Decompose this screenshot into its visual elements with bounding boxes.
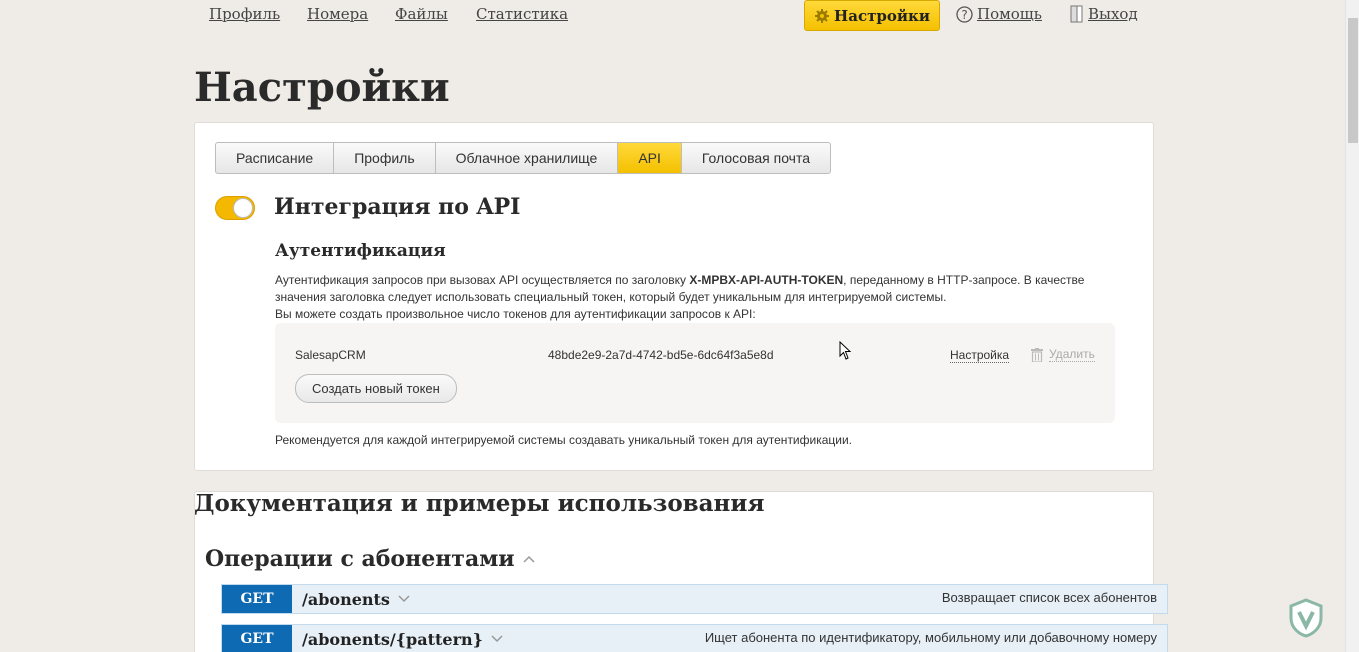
docs-heading: Документация и примеры использования: [194, 490, 765, 517]
token-delete-link[interactable]: Удалить: [1031, 347, 1095, 362]
nav-files-link[interactable]: Файлы: [395, 5, 448, 23]
scrollbar-thumb[interactable]: [1348, 18, 1358, 143]
token-name: SalesapCRM: [295, 348, 366, 362]
auth-desc-part3: Вы можете создать произвольное число ток…: [275, 307, 756, 321]
svg-text:?: ?: [961, 8, 967, 22]
token-recommendation: Рекомендуется для каждой интегрируемой с…: [275, 433, 853, 447]
create-token-button[interactable]: Создать новый токен: [295, 374, 457, 403]
gear-icon: [815, 8, 830, 23]
operations-heading: Операции с абонентами: [205, 546, 515, 572]
nav-statistics-link[interactable]: Статистика: [476, 5, 568, 23]
endpoint-path-text: /abonents/{pattern}: [302, 629, 483, 649]
question-icon: ?: [956, 5, 973, 23]
tab-profile[interactable]: Профиль: [334, 143, 436, 173]
http-method-badge: GET: [222, 625, 292, 652]
shield-icon[interactable]: [1288, 598, 1324, 638]
tab-schedule[interactable]: Расписание: [216, 143, 335, 173]
token-list: SalesapCRM 48bde2e9-2a7d-4742-bd5e-6dc64…: [275, 323, 1115, 423]
settings-label: Настройки: [834, 6, 930, 25]
auth-header-name: X-MPBX-API-AUTH-TOKEN: [689, 273, 844, 287]
chevron-up-icon: [523, 555, 535, 563]
token-delete-label: Удалить: [1049, 347, 1095, 362]
tab-cloud-storage[interactable]: Облачное хранилище: [436, 143, 619, 173]
auth-heading: Аутентификация: [275, 241, 446, 261]
api-integration-toggle[interactable]: [215, 196, 255, 220]
auth-desc-part1: Аутентификация запросов при вызовах API …: [275, 273, 690, 287]
endpoint-path: /abonents: [302, 590, 410, 609]
token-value: 48bde2e9-2a7d-4742-bd5e-6dc64f3a5e8d: [548, 348, 774, 362]
top-nav: Профиль Номера Файлы Статистика Настройк…: [0, 0, 1345, 32]
page-title: Настройки: [194, 64, 450, 111]
settings-tabs: Расписание Профиль Облачное хранилище AP…: [215, 142, 832, 174]
toggle-knob: [233, 198, 253, 218]
endpoint-row[interactable]: GET /abonents Возвращает список всех або…: [221, 584, 1168, 614]
token-settings-link[interactable]: Настройка: [950, 348, 1010, 363]
api-integration-heading: Интеграция по API: [274, 194, 521, 220]
endpoint-description: Возвращает список всех абонентов: [941, 590, 1157, 605]
nav-profile-link[interactable]: Профиль: [209, 5, 280, 23]
chevron-down-icon: [398, 595, 410, 603]
mouse-cursor-icon: [839, 341, 852, 360]
endpoint-row[interactable]: GET /abonents/{pattern} Ищет абонента по…: [221, 624, 1168, 652]
help-link[interactable]: ? Помощь: [956, 5, 1042, 23]
logout-link[interactable]: Выход: [1070, 5, 1138, 23]
help-label: Помощь: [977, 5, 1042, 23]
endpoint-path-text: /abonents: [302, 589, 390, 609]
page-scrollbar[interactable]: [1345, 0, 1359, 652]
tab-voicemail[interactable]: Голосовая почта: [682, 143, 830, 173]
trash-icon: [1031, 347, 1043, 362]
logout-label: Выход: [1088, 5, 1138, 23]
operations-section-toggle[interactable]: Операции с абонентами: [205, 546, 535, 572]
tab-api[interactable]: API: [618, 143, 682, 173]
endpoint-description: Ищет абонента по идентификатору, мобильн…: [704, 630, 1157, 645]
door-icon: [1070, 5, 1083, 23]
chevron-down-icon: [491, 635, 503, 643]
settings-button[interactable]: Настройки: [804, 0, 940, 31]
http-method-badge: GET: [222, 585, 292, 613]
nav-numbers-link[interactable]: Номера: [307, 5, 368, 23]
endpoint-path: /abonents/{pattern}: [302, 630, 503, 649]
auth-description: Аутентификация запросов при вызовах API …: [275, 272, 1105, 323]
